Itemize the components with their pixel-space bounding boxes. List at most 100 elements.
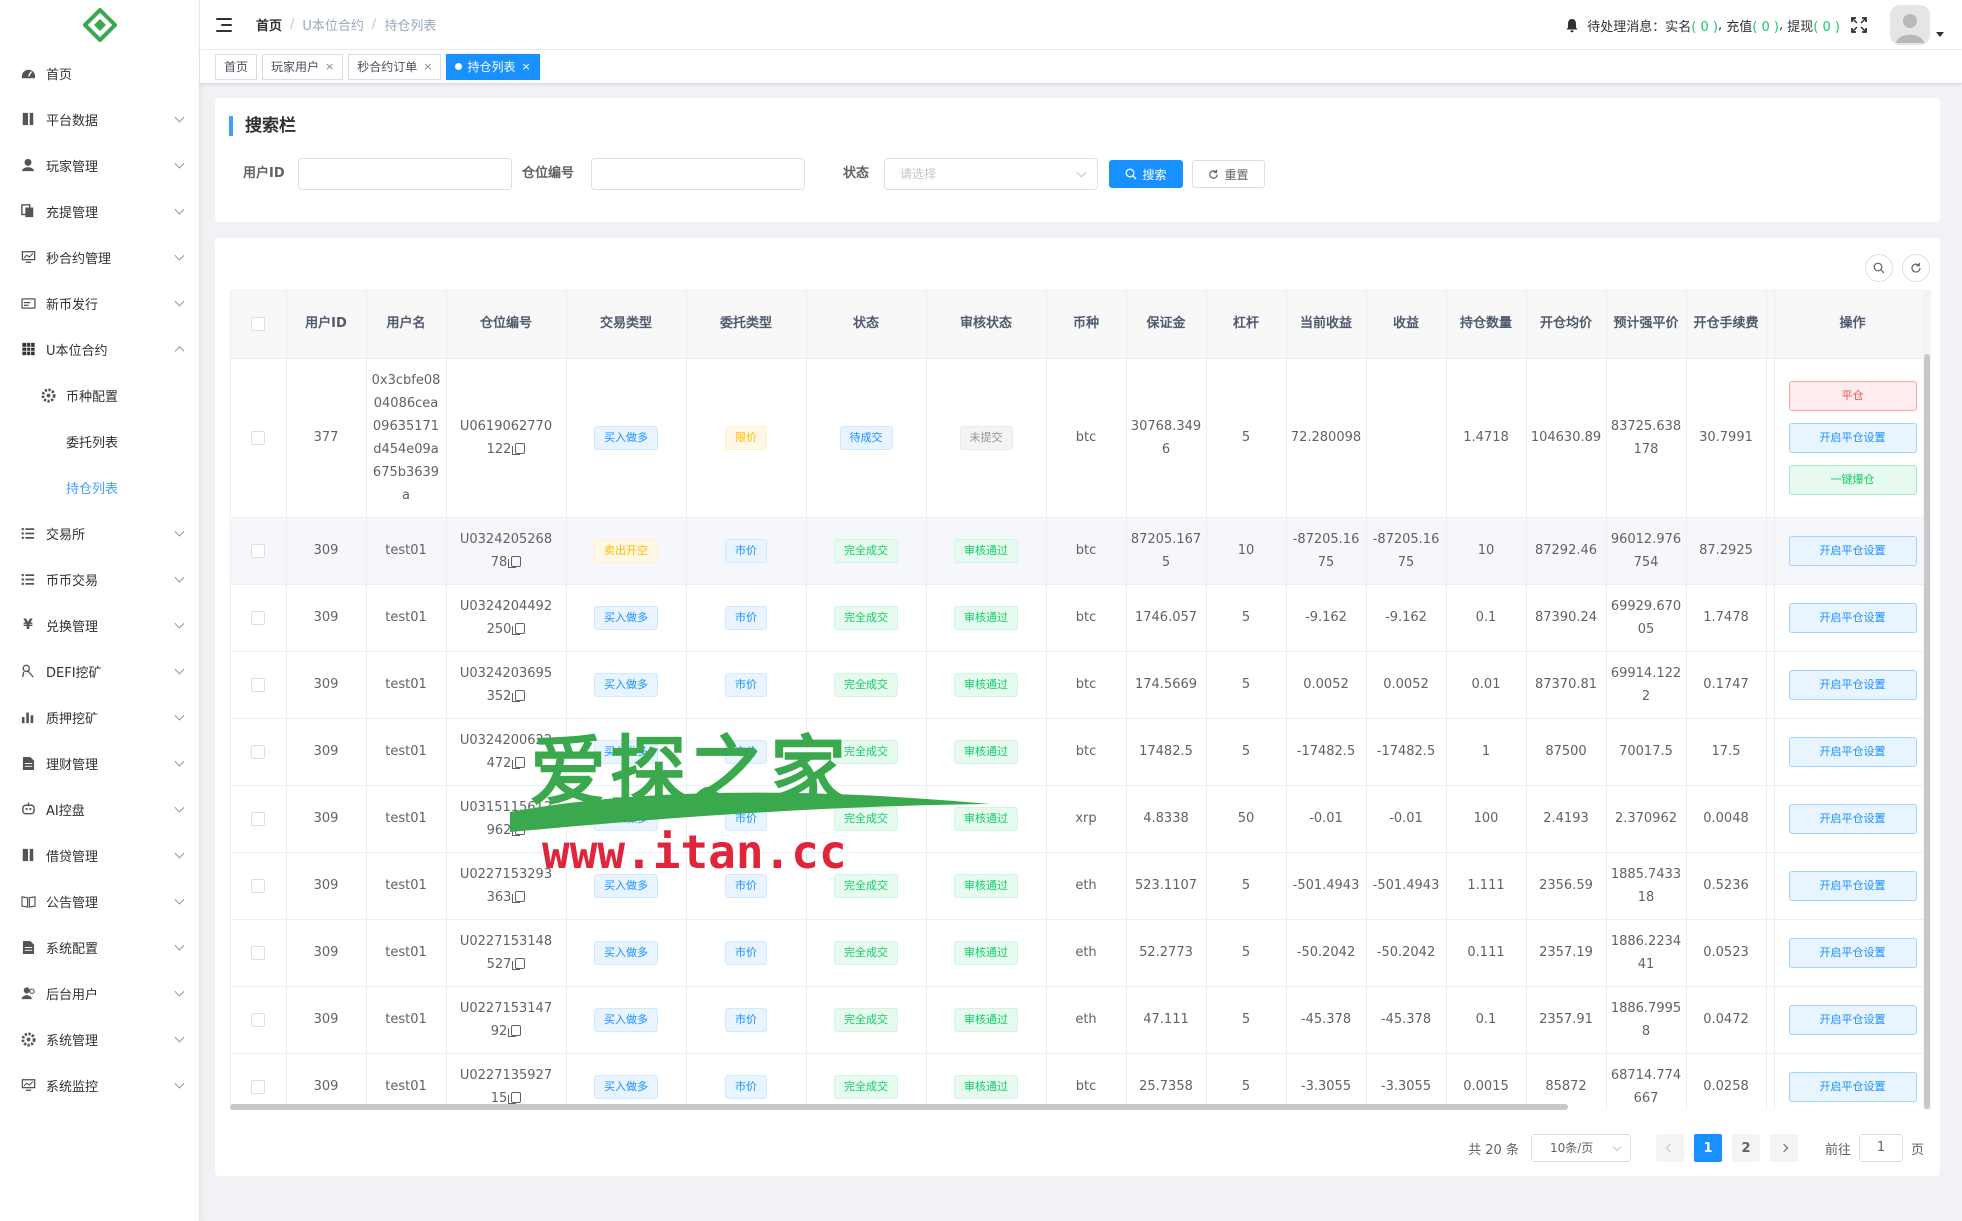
sidebar-item-22[interactable]: 系统监控 [0,1062,199,1108]
row-checkbox[interactable] [251,430,266,445]
row-checkbox[interactable] [251,1012,266,1027]
avatar[interactable] [1890,5,1930,45]
table-row[interactable]: 309 test01 U0315115612962 买入做多 市价 完全成交 审核通过 xrp… [231,785,1929,853]
copy-icon[interactable] [512,823,526,836]
row-checkbox[interactable] [251,543,266,558]
action-button[interactable]: 开启平仓设置 [1788,937,1917,968]
table-row[interactable]: 309 test01 U022715314792 买入做多 市价 完全成交 审核通过 eth 4… [231,986,1929,1054]
table-row[interactable]: 377 0x3cbfe0804086cea09635171d454e09a675b… [231,358,1929,518]
search-button[interactable]: 搜索 [1109,160,1183,188]
recharge-link[interactable]: 充值( 0 ) [1726,16,1779,35]
close-icon[interactable]: × [522,55,531,79]
table-row[interactable]: 309 test01 U022713592715 买入做多 市价 完全成交 审核通过 btc 2… [231,1053,1929,1110]
tag-1[interactable]: 玩家用户 × [262,53,344,80]
action-button[interactable]: 开启平仓设置 [1788,803,1917,834]
table-row[interactable]: 309 test01 U0324204492250 买入做多 市价 完全成交 审核通过 btc… [231,584,1929,652]
realname-link[interactable]: 实名( 0 ) [1665,16,1718,35]
close-icon[interactable]: × [423,55,432,79]
action-button[interactable]: 开启平仓设置 [1788,602,1917,633]
action-button[interactable]: 开启平仓设置 [1788,535,1917,566]
row-checkbox[interactable] [251,811,266,826]
tag-3[interactable]: 持仓列表 × [446,53,540,80]
sidebar-item-7[interactable]: 币种配置 [0,372,199,418]
row-checkbox[interactable] [251,945,266,960]
sidebar-item-2[interactable]: 玩家管理 [0,142,199,188]
row-checkbox[interactable] [251,610,266,625]
bell-icon[interactable] [1565,18,1579,33]
sidebar-item-15[interactable]: 理财管理 [0,740,199,786]
breadcrumb-home[interactable]: 首页 [256,15,282,34]
action-button[interactable]: 平仓 [1788,380,1917,411]
sidebar-item-12[interactable]: ¥ 兑换管理 [0,602,199,648]
sidebar-item-6[interactable]: U本位合约 [0,326,199,372]
reset-button[interactable]: 重置 [1192,160,1265,188]
tag-2[interactable]: 秒合约订单 × [348,53,442,80]
table-row[interactable]: 309 test01 U0227153293363 买入做多 市价 完全成交 审核通过 eth… [231,852,1929,920]
close-icon[interactable]: × [325,55,334,79]
copy-icon[interactable] [512,756,526,769]
toggle-search-button[interactable] [1865,254,1893,282]
action-button[interactable]: 开启平仓设置 [1788,870,1917,901]
row-checkbox[interactable] [251,677,266,692]
prev-page-button[interactable] [1655,1134,1684,1162]
page-2-button[interactable]: 2 [1731,1134,1760,1162]
sidebar-item-5[interactable]: 新币发行 [0,280,199,326]
page-size-select[interactable]: 10条/页 [1530,1134,1631,1162]
sidebar-item-19[interactable]: 系统配置 [0,924,199,970]
sidebar-item-1[interactable]: 平台数据 [0,96,199,142]
sidebar-item-20[interactable]: 后台用户 [0,970,199,1016]
refresh-button[interactable] [1902,254,1930,282]
sidebar-item-11[interactable]: 币币交易 [0,556,199,602]
status-select[interactable]: 请选择 [884,158,1098,190]
cell-current-profit: -87205.1675 [1286,517,1367,585]
sidebar-item-label: 玩家管理 [46,159,99,175]
copy-icon[interactable] [512,622,526,635]
next-page-button[interactable] [1769,1134,1798,1162]
sidebar-item-8[interactable]: 委托列表 [0,418,199,464]
action-button[interactable]: 开启平仓设置 [1788,1071,1917,1102]
hamburger-icon[interactable] [216,17,234,33]
table-row[interactable]: 309 test01 U032420526878 卖出开空 市价 完全成交 审核通过 btc 8… [231,517,1929,585]
position-no-input[interactable] [591,158,805,190]
copy-icon[interactable] [508,555,522,568]
action-button[interactable]: 开启平仓设置 [1788,1004,1917,1035]
copy-icon[interactable] [512,689,526,702]
copy-icon[interactable] [512,890,526,903]
page-1-button[interactable]: 1 [1693,1134,1722,1162]
goto-page-input[interactable]: 1 [1858,1134,1903,1162]
withdraw-link[interactable]: 提现( 0 ) [1787,16,1840,35]
sidebar-item-21[interactable]: 系统管理 [0,1016,199,1062]
row-checkbox[interactable] [251,878,266,893]
logo[interactable] [0,0,199,50]
action-button[interactable]: 开启平仓设置 [1788,736,1917,767]
user-id-input[interactable] [298,158,512,190]
tag-0[interactable]: 首页 [215,53,258,80]
sidebar-item-17[interactable]: 借贷管理 [0,832,199,878]
action-button[interactable]: 开启平仓设置 [1788,669,1917,700]
sidebar-item-14[interactable]: 质押挖矿 [0,694,199,740]
sidebar-item-3[interactable]: 充提管理 [0,188,199,234]
horizontal-scrollbar[interactable] [230,1104,1568,1110]
action-button[interactable]: 一键爆仓 [1788,464,1917,495]
copy-icon[interactable] [512,957,526,970]
sidebar-item-13[interactable]: DEFI挖矿 [0,648,199,694]
caret-down-icon[interactable] [1936,31,1944,37]
row-checkbox[interactable] [251,1079,266,1094]
select-all-checkbox[interactable] [251,316,266,331]
sidebar-item-4[interactable]: 秒合约管理 [0,234,199,280]
table-row[interactable]: 309 test01 U0324200622472 买入做多 市价 完全成交 审核通过 btc… [231,718,1929,786]
sidebar-item-16[interactable]: AI控盘 [0,786,199,832]
fullscreen-icon[interactable] [1850,16,1868,34]
table-row[interactable]: 309 test01 U0227153148527 买入做多 市价 完全成交 审核通过 eth… [231,919,1929,987]
copy-icon[interactable] [508,1024,522,1037]
vertical-scrollbar[interactable] [1924,354,1930,1109]
sidebar-item-9[interactable]: 持仓列表 [0,464,199,510]
sidebar-item-18[interactable]: 公告管理 [0,878,199,924]
sidebar-item-10[interactable]: 交易所 [0,510,199,556]
action-button[interactable]: 开启平仓设置 [1788,422,1917,453]
sidebar-item-0[interactable]: 首页 [0,50,199,96]
table-row[interactable]: 309 test01 U0324203695352 买入做多 市价 完全成交 审核通过 btc… [231,651,1929,719]
copy-icon[interactable] [508,1091,522,1104]
copy-icon[interactable] [512,442,526,455]
row-checkbox[interactable] [251,744,266,759]
